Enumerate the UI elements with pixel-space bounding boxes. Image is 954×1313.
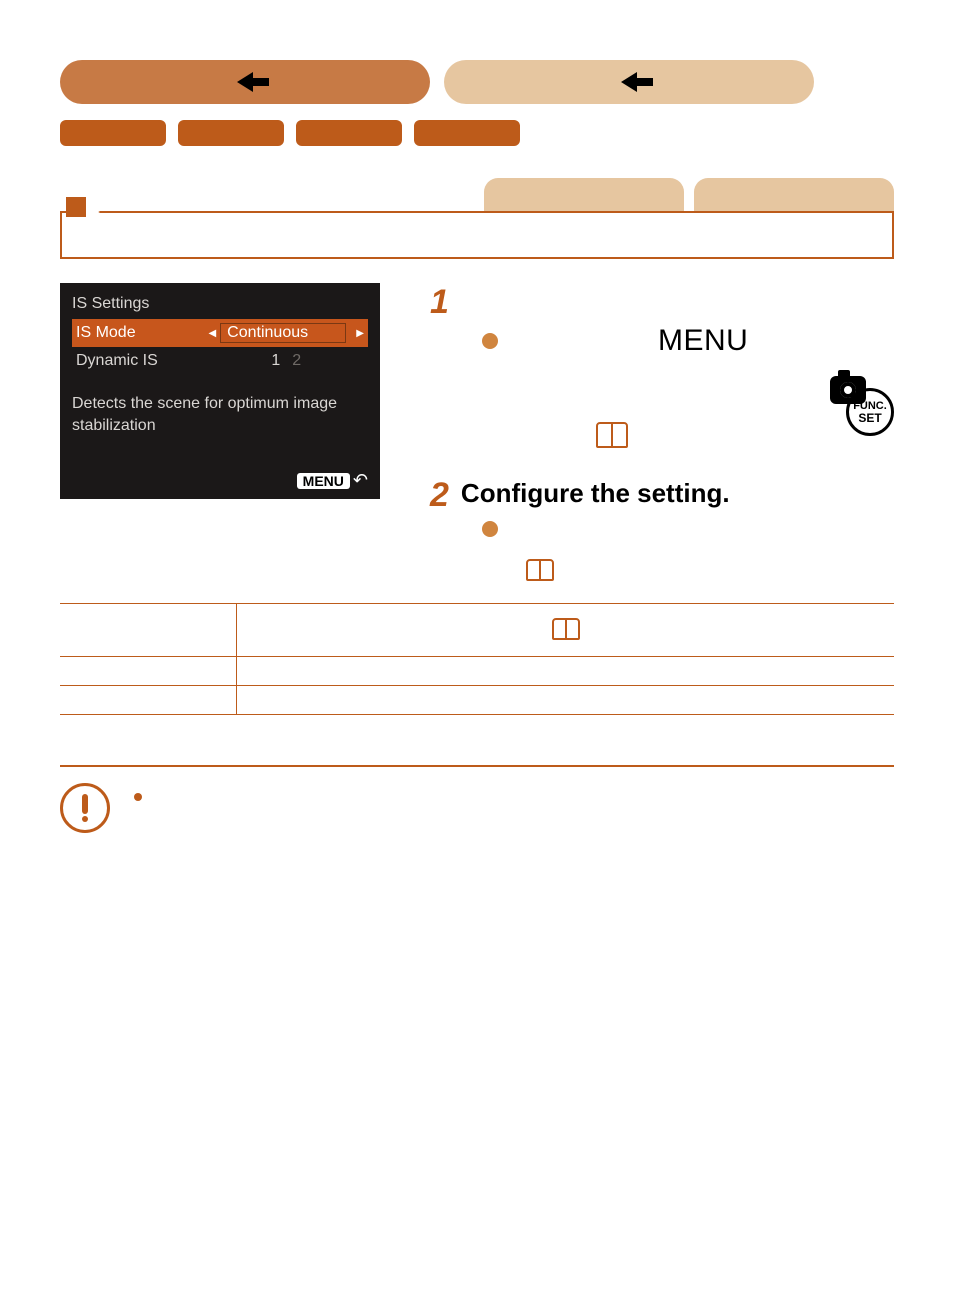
desc-cell [237,686,895,715]
content-frame [60,211,894,259]
camera-screen: IS Settings IS Mode ◀ Continuous ▶ Dynam… [60,283,380,499]
warning-block [60,783,894,833]
step-number-2: 2 [430,476,449,515]
bullet-icon [134,793,142,801]
camera-screen-title: IS Settings [72,295,368,313]
mode-cell [60,604,237,657]
step-number-1: 1 [430,283,449,322]
triangle-left-icon: ◀ [208,328,216,339]
camera-row-is-mode: IS Mode ◀ Continuous ▶ [72,319,368,347]
camera-row-label: IS Mode [76,324,208,342]
tab-bar [60,120,894,146]
book-icon [552,618,580,640]
right-tab-1[interactable] [484,178,684,212]
table-row [60,686,894,715]
divider [60,765,894,767]
step-title-2: Configure the setting. [461,478,730,509]
tab-3[interactable] [296,120,402,146]
tab-4[interactable] [414,120,520,146]
nav-back-light[interactable] [444,60,814,104]
camera-menu-button: MENU [297,473,350,489]
mode-cell [60,657,237,686]
camera-row-label: Dynamic IS [76,352,208,370]
tab-2[interactable] [178,120,284,146]
arrow-left-icon [621,72,637,92]
camera-screen-description: Detects the scene for optimum image stab… [72,393,368,436]
arrow-left-icon [237,72,253,92]
table-row [60,657,894,686]
triangle-right-icon: ▶ [356,328,364,339]
func-set-icon: FUNC. SET [846,388,894,436]
right-tabs [60,178,894,212]
camera-row-value: 1 [271,352,280,369]
warning-icon [60,783,110,833]
bullet-icon [482,521,498,537]
camera-row-value: Continuous [220,323,346,343]
camera-row-dim: 2 [292,352,301,369]
is-modes-table [60,603,894,715]
bullet-icon [482,333,498,349]
desc-cell [237,604,895,657]
menu-word: MENU [658,324,748,358]
tab-1[interactable] [60,120,166,146]
nav-back-dark[interactable] [60,60,430,104]
frame-notch-icon [66,197,86,217]
camera-row-dynamic-is: Dynamic IS 12 [72,347,368,375]
table-row [60,604,894,657]
mode-cell [60,686,237,715]
book-icon [526,559,554,581]
right-tab-2[interactable] [694,178,894,212]
undo-icon: ↶ [353,470,368,491]
desc-cell [237,657,895,686]
book-icon [596,422,628,448]
